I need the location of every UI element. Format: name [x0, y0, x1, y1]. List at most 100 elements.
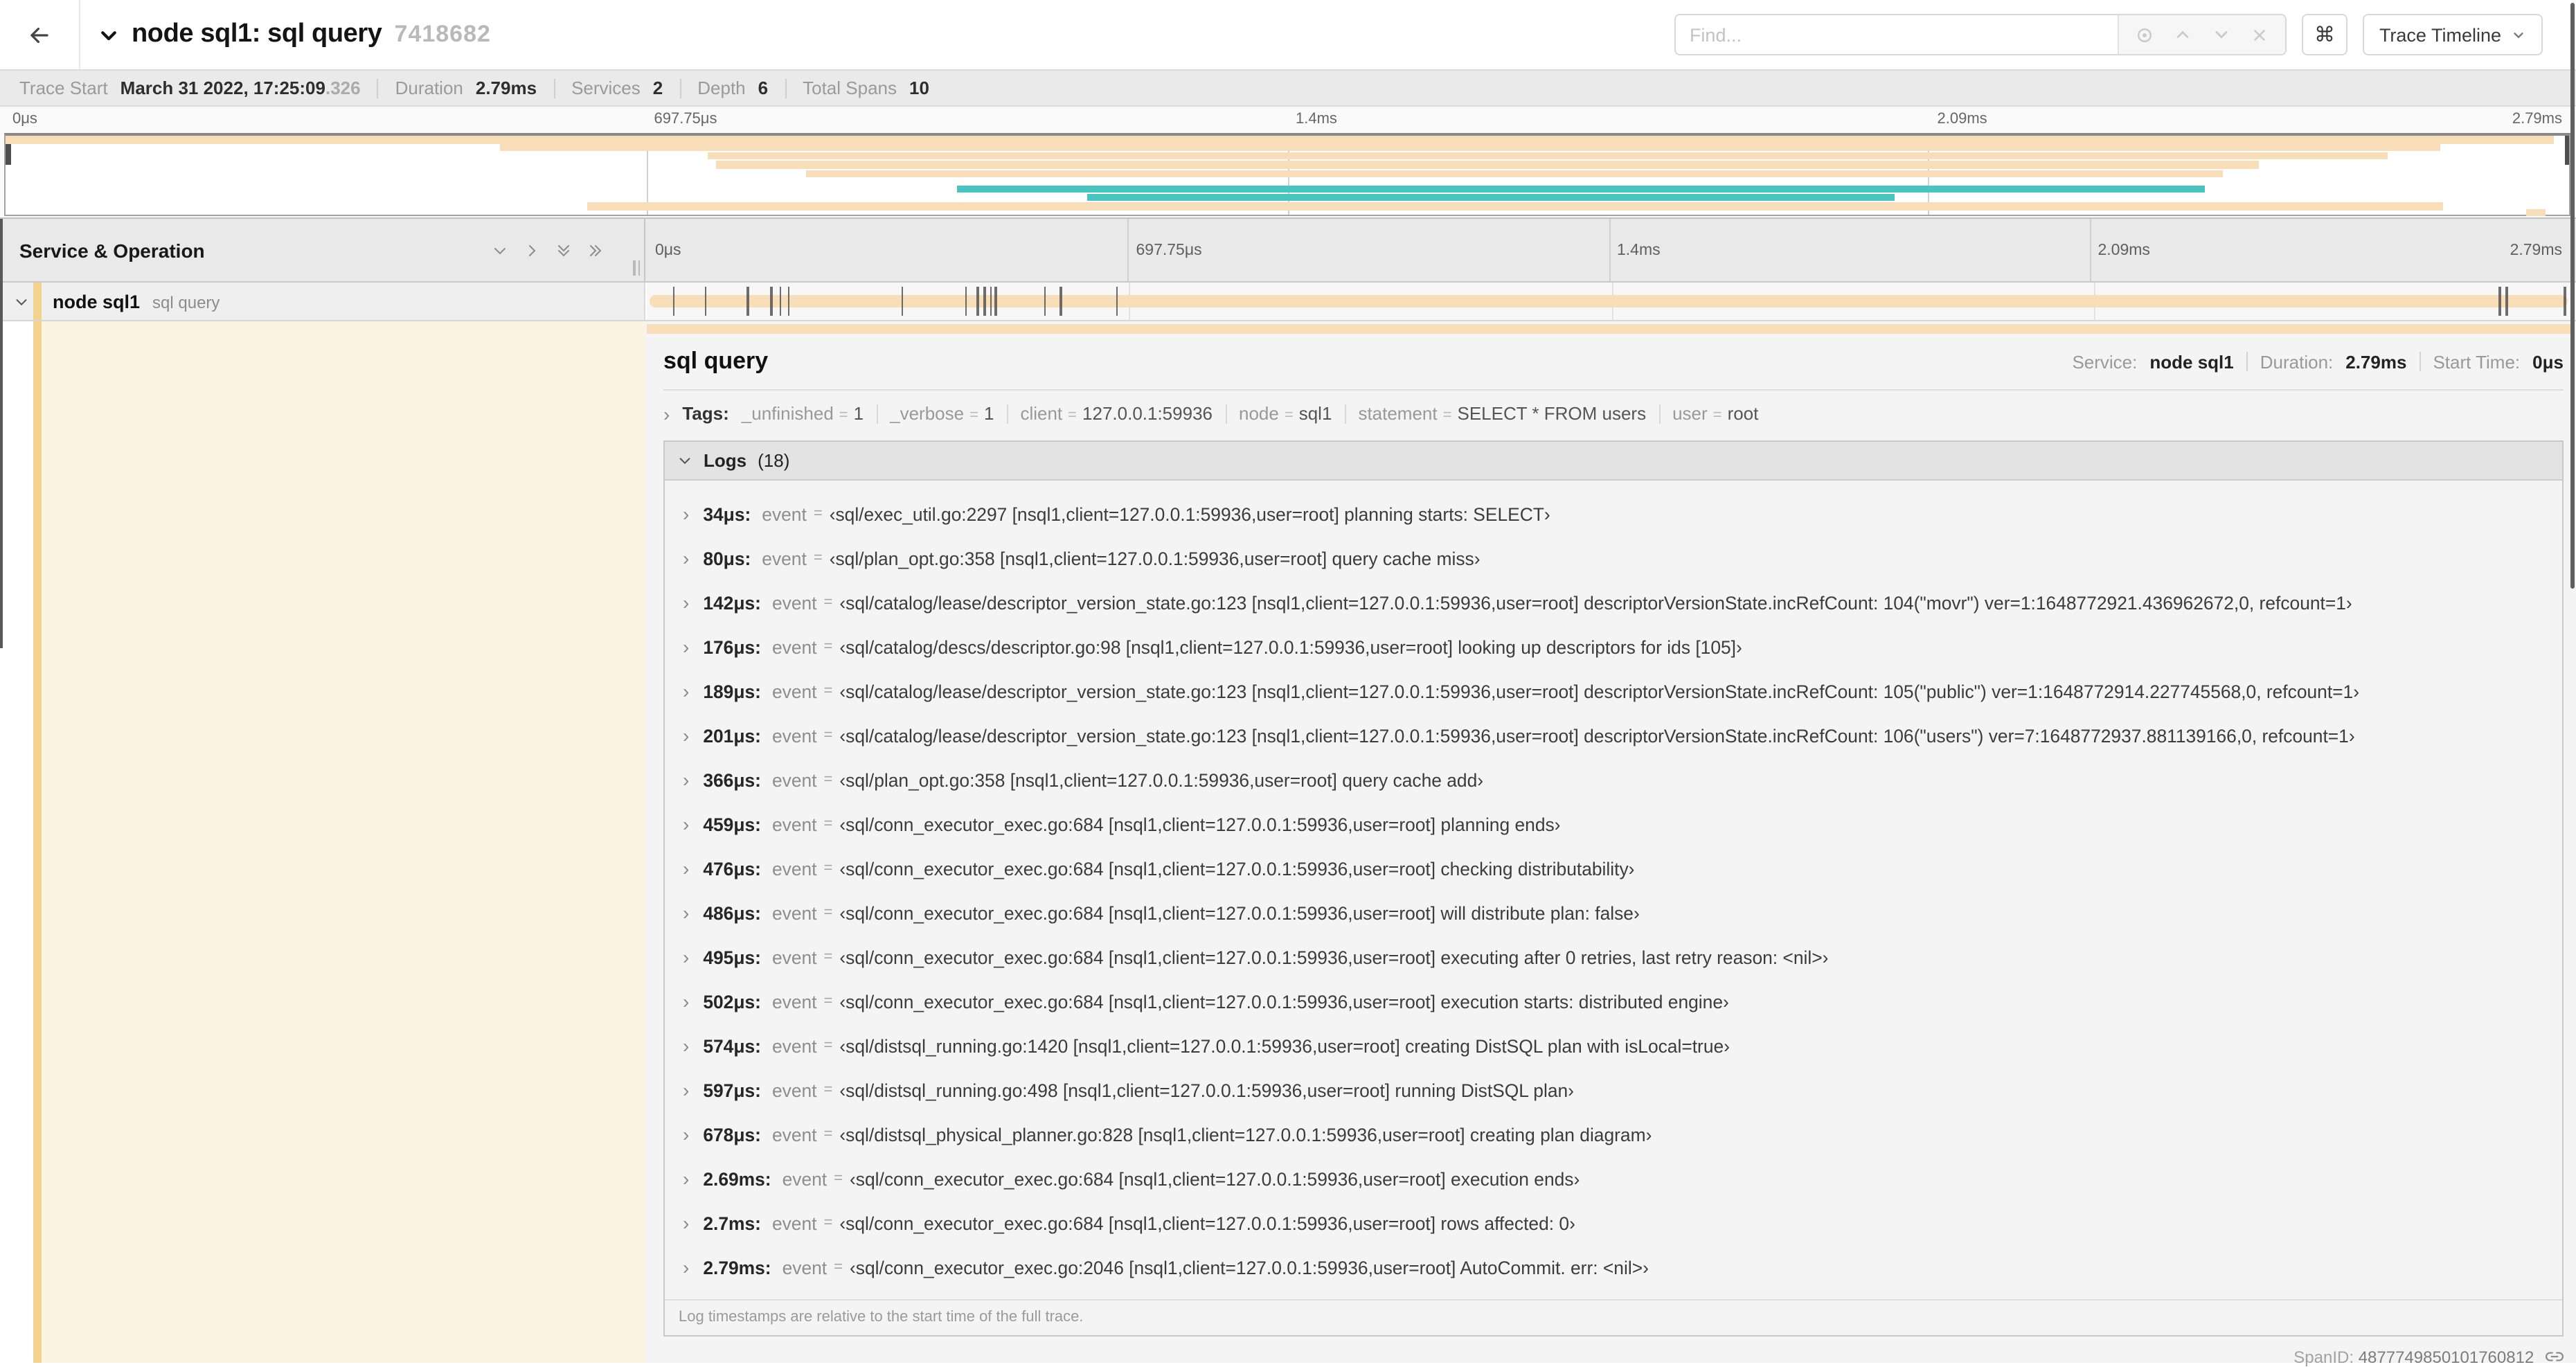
log-timestamp: 459μs: — [703, 814, 761, 834]
log-row[interactable]: › 2.79ms: event = ‹sql/conn_executor_exec.go… — [665, 1245, 2562, 1289]
tag-item: statement = SELECT * FROM users — [1358, 403, 1646, 424]
chevron-right-icon[interactable]: › — [683, 859, 689, 878]
left-scrollbar[interactable] — [0, 219, 3, 648]
minimap-span — [6, 136, 2554, 144]
log-row[interactable]: › 574μs: event = ‹sql/distsql_running.go:142… — [665, 1024, 2562, 1068]
log-row[interactable]: › 502μs: event = ‹sql/conn_executor_exec.go:… — [665, 979, 2562, 1024]
tag-item: node = sql1 — [1239, 403, 1332, 424]
ruler-tick-label: 2.79ms — [2512, 111, 2562, 127]
vertical-scrollbar[interactable] — [2570, 3, 2575, 589]
find-input[interactable] — [1675, 15, 2118, 54]
service-color-stripe — [33, 283, 42, 320]
minimap-span — [708, 152, 2388, 160]
find-next-button[interactable] — [2209, 22, 2234, 47]
log-row[interactable]: › 2.7ms: event = ‹sql/conn_executor_exec.go:… — [665, 1201, 2562, 1245]
tag-key: node — [1239, 403, 1279, 424]
chevron-right-icon[interactable]: › — [683, 947, 689, 967]
log-tick-mark — [1116, 287, 1118, 316]
column-resize-grip[interactable] — [633, 260, 640, 276]
log-row[interactable]: › 176μs: event = ‹sql/catalog/descs/descript… — [665, 625, 2562, 669]
chevron-right-icon[interactable]: › — [683, 504, 689, 524]
log-event-key: event — [771, 592, 817, 613]
chevron-right-icon[interactable]: › — [683, 1036, 689, 1055]
chevron-right-icon[interactable]: › — [683, 1080, 689, 1100]
span-name-cell[interactable]: node sql1 sql query — [0, 283, 645, 320]
log-row[interactable]: › 2.69ms: event = ‹sql/conn_executor_exec.go… — [665, 1156, 2562, 1201]
log-row[interactable]: › 142μs: event = ‹sql/catalog/lease/descript… — [665, 580, 2562, 625]
chevron-down-icon — [677, 453, 692, 468]
chevron-right-icon[interactable]: › — [683, 992, 689, 1011]
log-event-value: ‹sql/distsql_running.go:1420 [nsql1,clie… — [839, 1035, 1730, 1056]
trace-summary-bar: Trace Start March 31 2022, 17:25:09.326 … — [0, 69, 2576, 107]
log-event-value: ‹sql/conn_executor_exec.go:684 [nsql1,cl… — [839, 991, 1729, 1012]
keyboard-shortcuts-button[interactable]: ⌘ — [2301, 14, 2347, 55]
span-id-row: SpanID: 4877749850101760812 — [663, 1348, 2564, 1367]
chevron-right-icon[interactable]: › — [683, 1125, 689, 1144]
collapse-one-button[interactable] — [490, 240, 510, 260]
chevron-right-icon[interactable]: › — [683, 726, 689, 745]
log-row[interactable]: › 366μs: event = ‹sql/plan_opt.go:358 [nsql1… — [665, 758, 2562, 802]
log-row[interactable]: › 486μs: event = ‹sql/conn_executor_exec.go:… — [665, 891, 2562, 935]
find-prev-button[interactable] — [2170, 22, 2195, 47]
equals-sign: = — [823, 1082, 833, 1098]
chevron-right-icon[interactable]: › — [683, 903, 689, 922]
log-row[interactable]: › 495μs: event = ‹sql/conn_executor_exec.go:… — [665, 935, 2562, 979]
equals-sign: = — [823, 1037, 833, 1054]
chevron-right-icon[interactable]: › — [683, 593, 689, 612]
log-row[interactable]: › 189μs: event = ‹sql/catalog/lease/descript… — [665, 669, 2562, 713]
expand-all-button[interactable] — [586, 240, 605, 260]
detail-span-title: sql query — [663, 348, 769, 374]
chevron-down-icon — [2511, 27, 2526, 42]
divider — [2246, 352, 2248, 371]
log-row[interactable]: › 34μs: event = ‹sql/exec_util.go:2297 [nsql… — [665, 492, 2562, 536]
back-button[interactable] — [0, 0, 80, 69]
log-timestamp: 2.69ms: — [703, 1168, 771, 1189]
chevron-right-icon[interactable]: › — [683, 681, 689, 701]
equals-sign: = — [813, 550, 823, 566]
log-tick-mark — [990, 287, 992, 316]
log-row[interactable]: › 476μs: event = ‹sql/conn_executor_exec.go:… — [665, 846, 2562, 891]
chevron-right-icon[interactable]: › — [683, 770, 689, 789]
chevron-right-icon[interactable]: › — [683, 1169, 689, 1188]
log-row[interactable]: › 80μs: event = ‹sql/plan_opt.go:358 [nsql1,… — [665, 536, 2562, 580]
log-row[interactable]: › 201μs: event = ‹sql/catalog/lease/descript… — [665, 713, 2562, 758]
span-row[interactable]: node sql1 sql query — [0, 283, 2576, 321]
overview-minimap[interactable] — [4, 133, 2570, 216]
ruler-tick-label: 697.75μs — [1136, 242, 1202, 258]
logs-count: (18) — [758, 450, 790, 471]
span-duration-bar[interactable] — [650, 295, 2568, 307]
minimap-span — [2525, 209, 2546, 216]
logs-toggle-header[interactable]: Logs (18) — [665, 442, 2562, 481]
span-detail-panel: sql query Service: node sql1 Duration: 2.7… — [663, 348, 2564, 1367]
chevron-right-icon[interactable]: › — [683, 1258, 689, 1277]
chevron-down-icon[interactable] — [14, 294, 29, 309]
clear-find-button[interactable] — [2247, 22, 2272, 47]
collapse-all-button[interactable] — [554, 240, 573, 260]
depth-label: Depth — [697, 78, 746, 98]
log-event-value: ‹sql/conn_executor_exec.go:684 [nsql1,cl… — [839, 858, 1635, 879]
chevron-right-icon[interactable]: › — [683, 548, 689, 568]
chevron-right-icon[interactable]: › — [683, 1213, 689, 1233]
trace-view-selector[interactable]: Trace Timeline — [2362, 14, 2543, 55]
log-tick-mark — [994, 287, 997, 316]
log-event-value: ‹sql/catalog/descs/descriptor.go:98 [nsq… — [839, 636, 1742, 657]
collapse-trace-chevron[interactable] — [98, 24, 119, 45]
log-tick-mark — [2564, 287, 2566, 316]
chevron-right-icon[interactable]: › — [683, 637, 689, 656]
tag-key: user — [1672, 403, 1708, 424]
log-row[interactable]: › 597μs: event = ‹sql/distsql_running.go:498… — [665, 1068, 2562, 1112]
locate-span-button[interactable] — [2132, 22, 2157, 47]
duration-label: Duration — [395, 78, 463, 98]
log-tick-mark — [901, 287, 904, 316]
tags-toggle-row[interactable]: › Tags: _unfinished = 1 _verbose = 1 client = 12… — [663, 403, 2564, 424]
chevron-right-icon[interactable]: › — [683, 814, 689, 834]
log-event-key: event — [771, 858, 817, 879]
log-row[interactable]: › 459μs: event = ‹sql/conn_executor_exec.go:… — [665, 802, 2562, 846]
log-row[interactable]: › 678μs: event = ‹sql/distsql_physical_plann… — [665, 1112, 2562, 1156]
deep-link-icon[interactable] — [2546, 1348, 2564, 1366]
timeline-header: Service & Operation 0μs 697.75μs 1.4ms 2.09… — [0, 217, 2576, 283]
expand-one-button[interactable] — [522, 240, 542, 260]
minimap-right-scrubber[interactable] — [2564, 136, 2569, 165]
arrow-left-icon — [26, 21, 53, 48]
tags-list: _unfinished = 1 _verbose = 1 client = 127.0.0.1:… — [742, 403, 1759, 424]
